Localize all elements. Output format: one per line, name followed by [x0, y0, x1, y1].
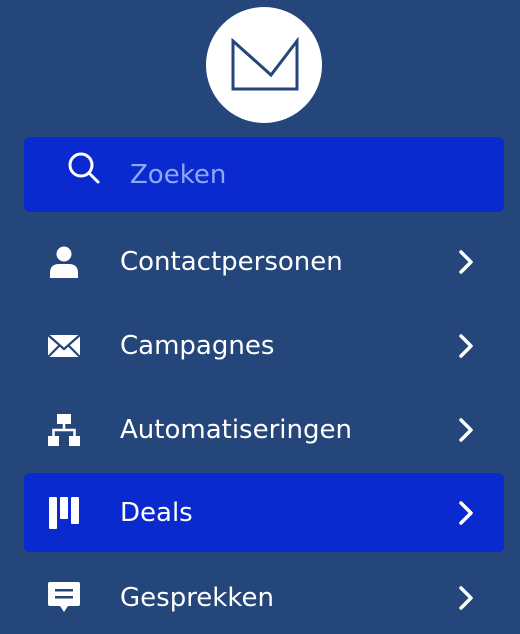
- nav-item-gesprekken[interactable]: Gesprekken: [24, 558, 504, 634]
- nav-item-label: Deals: [120, 498, 193, 528]
- search-icon[interactable]: [67, 151, 101, 185]
- nav-item-label: Campagnes: [120, 331, 275, 361]
- envelope-icon: [47, 334, 81, 358]
- chevron-right-icon: [459, 418, 473, 442]
- sidebar: Contactpersonen Campagnes Automatisering…: [0, 0, 520, 634]
- nav-item-campagnes[interactable]: Campagnes: [24, 306, 504, 385]
- nav-item-deals[interactable]: Deals: [24, 473, 504, 552]
- chevron-right-icon: [459, 250, 473, 274]
- person-icon: [50, 246, 78, 278]
- chevron-right-icon: [459, 334, 473, 358]
- envelope-logo-icon: [231, 37, 299, 91]
- nav-item-label: Automatiseringen: [120, 415, 352, 445]
- nav-item-label: Contactpersonen: [120, 247, 343, 277]
- nav-item-label: Gesprekken: [120, 583, 274, 613]
- nav-item-contactpersonen[interactable]: Contactpersonen: [24, 222, 504, 301]
- search-bar: [24, 137, 504, 212]
- chat-bubble-icon: [48, 582, 80, 612]
- sitemap-icon: [48, 414, 80, 446]
- chevron-right-icon: [459, 586, 473, 610]
- app-logo[interactable]: [206, 7, 322, 123]
- nav-item-automatiseringen[interactable]: Automatiseringen: [24, 390, 504, 469]
- chevron-right-icon: [459, 501, 473, 525]
- kanban-icon: [49, 497, 79, 529]
- search-input[interactable]: [120, 155, 500, 195]
